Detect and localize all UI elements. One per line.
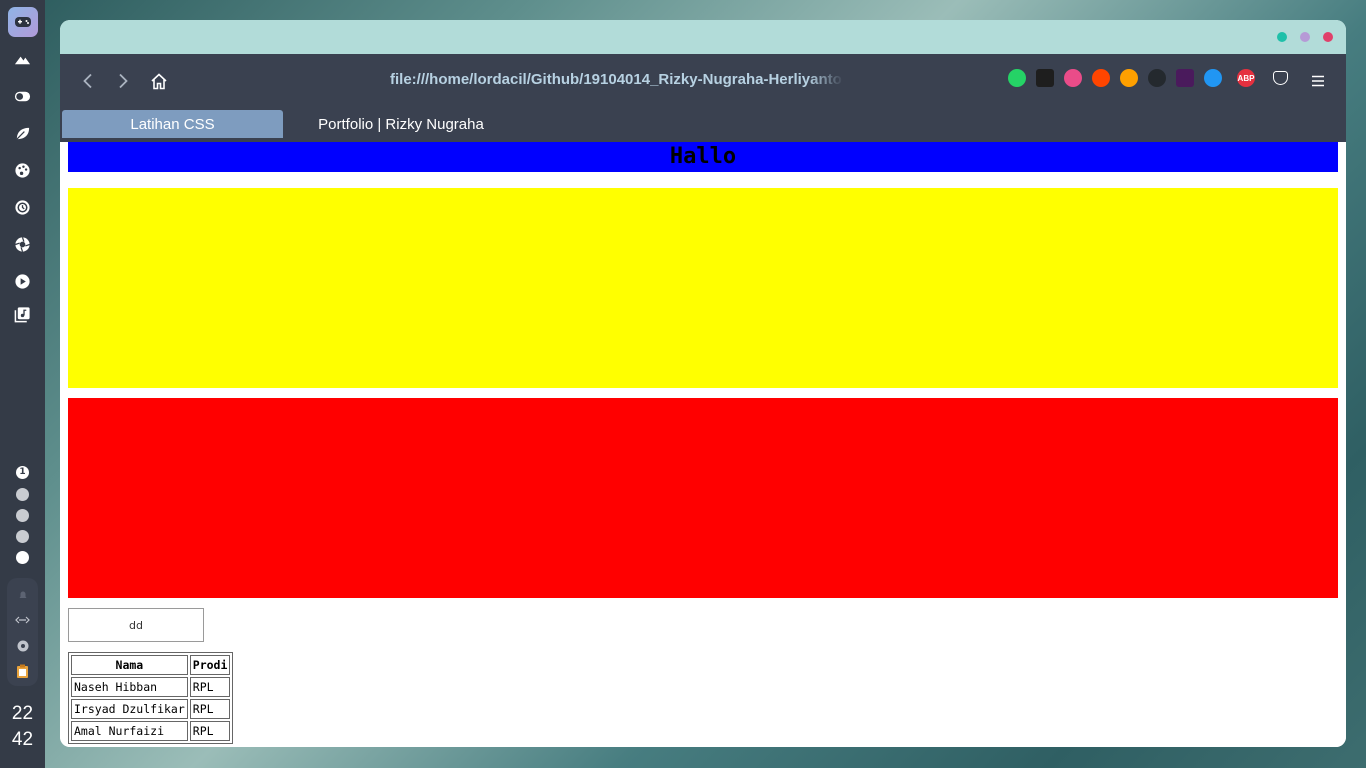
palette-icon[interactable] xyxy=(11,159,33,181)
browser-window: file:///home/lordacil/Github/19104014_Ri… xyxy=(60,20,1346,747)
figma-icon[interactable] xyxy=(1036,69,1054,87)
table-row: Irsyad Dzulfikar RPL xyxy=(71,699,231,719)
reddit-icon[interactable] xyxy=(1092,69,1110,87)
column-header-prodi: Prodi xyxy=(189,655,231,675)
dd-button[interactable]: dd xyxy=(68,608,204,642)
clipboard-icon[interactable] xyxy=(14,663,31,680)
column-header-nama: Nama xyxy=(71,655,188,675)
adblock-icon[interactable]: ABP xyxy=(1237,69,1255,87)
workspace-indicator-4[interactable] xyxy=(16,530,29,543)
play-icon[interactable] xyxy=(11,270,33,292)
yellow-box xyxy=(68,188,1338,388)
settings-icon[interactable] xyxy=(14,637,31,654)
workspace-indicator-3[interactable] xyxy=(16,509,29,522)
podcast-icon[interactable] xyxy=(1176,69,1194,87)
firebase-icon[interactable] xyxy=(1120,69,1138,87)
workspace-indicator-5[interactable] xyxy=(16,551,29,564)
adblock-label: ABP xyxy=(1237,73,1255,83)
table-cell-nama: Irsyad Dzulfikar xyxy=(71,699,188,719)
gamepad-icon[interactable] xyxy=(7,7,38,37)
table-cell-prodi: RPL xyxy=(189,721,231,741)
table-cell-nama: Naseh Hibban xyxy=(71,677,188,697)
red-box xyxy=(68,398,1338,598)
menu-icon[interactable] xyxy=(1304,67,1332,95)
leaf-icon[interactable] xyxy=(11,122,33,144)
github-icon[interactable] xyxy=(1148,69,1166,87)
dribbble-icon[interactable] xyxy=(1064,69,1082,87)
workspace-indicator-2[interactable] xyxy=(16,488,29,501)
music-library-icon[interactable] xyxy=(11,303,33,325)
page-content: Hallo dd Nama Prodi Naseh Hibban RPL Irs… xyxy=(60,142,1346,747)
close-button[interactable] xyxy=(1323,32,1333,42)
tab-portfolio[interactable]: Portfolio | Rizky Nugraha xyxy=(286,110,516,138)
pocket-icon[interactable] xyxy=(1273,71,1288,85)
clock-hour: 22 xyxy=(11,703,34,724)
table-row: Naseh Hibban RPL xyxy=(71,677,231,697)
table-cell-nama: Amal Nurfaizi xyxy=(71,721,188,741)
toggle-icon[interactable] xyxy=(11,85,33,107)
code-arrows-icon[interactable] xyxy=(14,611,31,628)
table-cell-prodi: RPL xyxy=(189,677,231,697)
page-heading: Hallo xyxy=(68,142,1338,172)
dart-icon[interactable] xyxy=(1204,69,1222,87)
table-cell-prodi: RPL xyxy=(189,699,231,719)
mountain-icon[interactable] xyxy=(11,48,33,70)
navigation-toolbar: file:///home/lordacil/Github/19104014_Ri… xyxy=(60,54,1346,108)
bell-icon[interactable] xyxy=(14,586,31,603)
url-bar[interactable]: file:///home/lordacil/Github/19104014_Ri… xyxy=(390,71,844,93)
whatsapp-icon[interactable] xyxy=(1008,69,1026,87)
system-tray xyxy=(7,578,38,686)
home-icon[interactable] xyxy=(145,67,173,95)
tab-latihan-css[interactable]: Latihan CSS xyxy=(62,110,283,138)
tab-bar: Latihan CSS Portfolio | Rizky Nugraha xyxy=(60,108,1346,142)
student-table: Nama Prodi Naseh Hibban RPL Irsyad Dzulf… xyxy=(68,652,234,744)
back-icon[interactable] xyxy=(74,67,102,95)
forward-icon[interactable] xyxy=(109,67,137,95)
window-titlebar xyxy=(60,20,1346,54)
table-row: Amal Nurfaizi RPL xyxy=(71,721,231,741)
table-header-row: Nama Prodi xyxy=(71,655,231,675)
history-icon[interactable] xyxy=(11,196,33,218)
aperture-icon[interactable] xyxy=(11,233,33,255)
clock-minute: 42 xyxy=(11,729,34,750)
workspace-indicator-1[interactable]: 1 xyxy=(16,466,29,479)
maximize-button[interactable] xyxy=(1300,32,1310,42)
minimize-button[interactable] xyxy=(1277,32,1287,42)
